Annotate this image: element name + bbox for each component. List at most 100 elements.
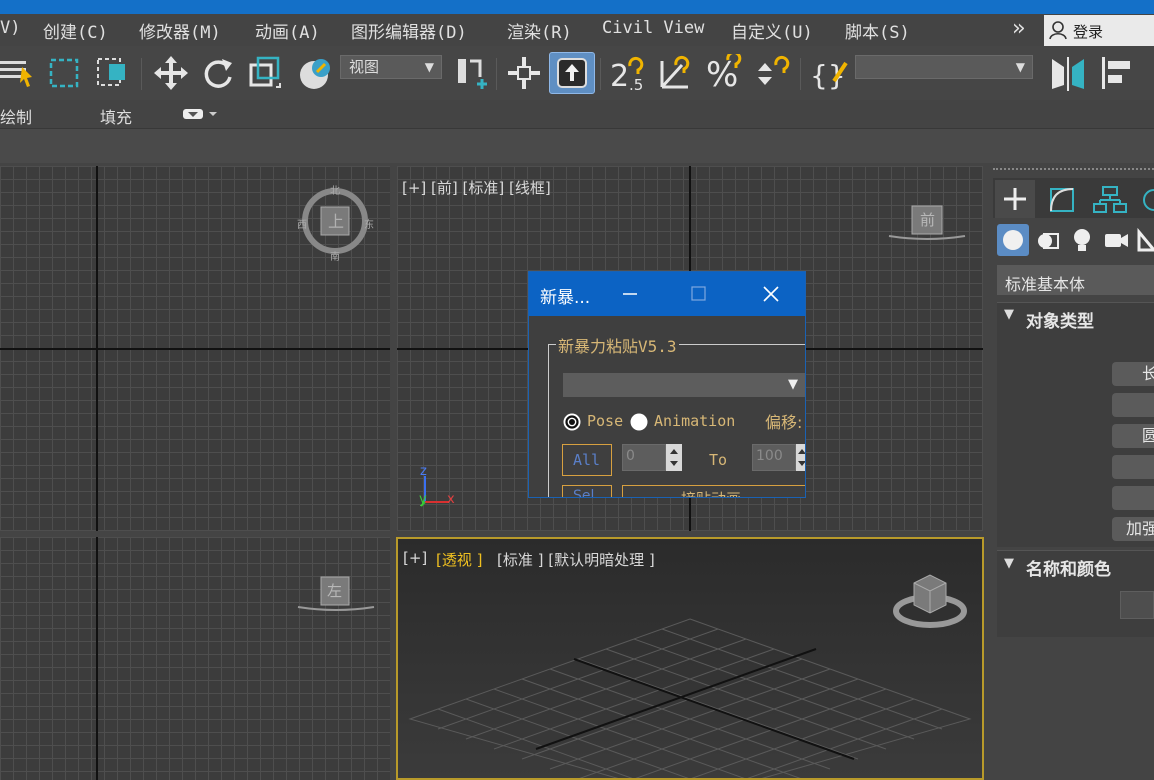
- dialog-object-dropdown[interactable]: ▼: [563, 373, 805, 397]
- paste-animation-button[interactable]: 接贴动画: [622, 485, 805, 497]
- object-button-enhanced[interactable]: 加强: [1112, 517, 1154, 541]
- all-button-label: All: [573, 451, 601, 469]
- menu-item-civil-view[interactable]: Civil View: [602, 18, 704, 38]
- close-icon[interactable]: [761, 284, 781, 304]
- ribbon-bar: [0, 100, 1154, 129]
- toolbar-separator: [800, 58, 801, 90]
- minimize-icon[interactable]: [621, 286, 639, 302]
- viewport-label[interactable]: [+] [前] [标准] [线框]: [402, 177, 551, 198]
- menu-item-customize[interactable]: 自定义(U): [731, 18, 813, 43]
- viewport-shading-label[interactable]: [标准 ] [默认明暗处理 ]: [497, 549, 655, 570]
- menu-item-modifiers[interactable]: 修改器(M): [139, 18, 221, 43]
- login-button[interactable]: 登录: [1044, 15, 1154, 46]
- primitive-category-dropdown[interactable]: 标准基本体: [997, 265, 1154, 295]
- lights-category-icon[interactable]: [1068, 226, 1096, 254]
- viewcube-front[interactable]: 前: [887, 202, 967, 242]
- mirror-icon[interactable]: [1046, 52, 1090, 94]
- modify-tab-icon[interactable]: [1042, 182, 1082, 218]
- rect-selection-icon[interactable]: [44, 52, 84, 94]
- pivot-center-icon[interactable]: [450, 52, 490, 94]
- shapes-category-icon[interactable]: [1034, 226, 1062, 254]
- menu-item-create[interactable]: 创建(C): [43, 18, 108, 43]
- object-button-box[interactable]: 长: [1112, 362, 1154, 386]
- menu-item-rendering[interactable]: 渲染(R): [507, 18, 572, 43]
- rotate-icon[interactable]: [198, 52, 238, 94]
- rollout-title-object-type[interactable]: 对象类型: [1026, 307, 1094, 332]
- spinner-snap-icon[interactable]: [752, 52, 792, 94]
- window-crossing-icon[interactable]: [92, 52, 132, 94]
- radio-pose[interactable]: [562, 412, 582, 432]
- rollout-collapse-icon[interactable]: ▼: [1004, 307, 1014, 322]
- frame-from-input[interactable]: 0: [622, 444, 666, 471]
- axis-tripod: z y x: [419, 464, 469, 510]
- frame-to-spinner[interactable]: [796, 444, 805, 471]
- select-manipulate-icon[interactable]: [504, 52, 544, 94]
- place-icon[interactable]: [292, 52, 336, 94]
- frame-to-input[interactable]: 100: [752, 444, 796, 471]
- dialog-title-bar[interactable]: 新暴...: [529, 272, 805, 316]
- hierarchy-tab-icon[interactable]: [1090, 182, 1130, 218]
- object-button-torus[interactable]: [1112, 455, 1154, 479]
- paste-animation-label: 接贴动画: [681, 488, 741, 497]
- angle-snap-icon[interactable]: [656, 52, 696, 94]
- object-button-cone[interactable]: [1112, 393, 1154, 417]
- viewport-top[interactable]: 上 北 南 东 西: [0, 166, 390, 531]
- geometry-category-icon[interactable]: [997, 224, 1029, 256]
- viewport-left[interactable]: 左: [0, 537, 390, 780]
- title-bar-strip: [0, 0, 1154, 14]
- object-name-field[interactable]: [1120, 591, 1154, 619]
- radio-animation-label[interactable]: Animation: [654, 412, 735, 430]
- align-icon[interactable]: [1096, 52, 1136, 94]
- select-button[interactable]: Sel: [562, 485, 612, 497]
- grid-axis-vertical: [96, 166, 98, 531]
- radio-pose-label[interactable]: Pose: [587, 412, 623, 430]
- scale-icon[interactable]: [244, 52, 284, 94]
- viewcube-left[interactable]: 左: [296, 575, 376, 615]
- named-selection-dropdown[interactable]: ▼: [855, 55, 1033, 79]
- menu-overflow-icon[interactable]: »: [1012, 16, 1025, 41]
- ribbon-tab-draw[interactable]: 绘制: [0, 104, 32, 128]
- rollout-collapse-icon[interactable]: ▼: [1004, 556, 1014, 571]
- viewport-perspective[interactable]: [+] [透视 ] [标准 ] [默认明暗处理 ]: [396, 537, 984, 780]
- helpers-category-icon[interactable]: [1136, 226, 1154, 254]
- chevron-down-icon: ▼: [424, 60, 434, 74]
- menu-item-graph-editors[interactable]: 图形编辑器(D): [351, 18, 467, 43]
- panel-grip: [993, 168, 1154, 174]
- object-button-cylinder[interactable]: 圆: [1112, 424, 1154, 448]
- frame-from-spinner[interactable]: [666, 444, 682, 471]
- keyboard-shortcut-override-icon[interactable]: [549, 52, 595, 94]
- motion-tab-icon[interactable]: [1138, 182, 1154, 218]
- cameras-category-icon[interactable]: [1102, 226, 1130, 254]
- snaps-toggle-icon[interactable]: 2.5: [606, 52, 650, 94]
- ribbon-options-icon[interactable]: [183, 107, 221, 123]
- percent-snap-icon[interactable]: %: [702, 52, 746, 94]
- compass-east: 东: [364, 220, 374, 231]
- menu-item-view[interactable]: V): [0, 18, 20, 38]
- toolbar-separator: [141, 58, 142, 90]
- viewport-plus-menu[interactable]: [+]: [403, 549, 427, 567]
- maximize-icon[interactable]: [690, 286, 708, 302]
- object-button-tube[interactable]: [1112, 486, 1154, 510]
- viewcube-face-label: 上: [328, 212, 345, 231]
- grid-axis-vertical: [96, 537, 98, 780]
- select-object-icon[interactable]: [0, 52, 38, 94]
- move-icon[interactable]: [150, 52, 192, 94]
- menu-item-scripting[interactable]: 脚本(S): [845, 18, 910, 43]
- svg-text:2: 2: [610, 59, 629, 92]
- create-tab-icon[interactable]: [995, 180, 1035, 218]
- viewcube-top[interactable]: 上 北 南 东 西: [297, 186, 374, 263]
- viewport-pov-label[interactable]: [透视 ]: [436, 549, 482, 570]
- viewcube-face-label: 前: [920, 211, 936, 229]
- reference-coordinate-dropdown[interactable]: 视图 ▼: [340, 55, 442, 79]
- login-label: 登录: [1073, 23, 1104, 41]
- all-button[interactable]: All: [562, 444, 612, 476]
- viewcube-perspective[interactable]: [892, 569, 968, 633]
- axis-y-label: y: [419, 492, 427, 507]
- ribbon-panel: [0, 129, 1154, 163]
- rollout-title-name-color[interactable]: 名称和颜色: [1026, 555, 1111, 580]
- ribbon-tab-fill[interactable]: 填充: [100, 104, 132, 128]
- edit-named-selection-icon[interactable]: {}: [806, 52, 850, 94]
- menu-item-animation[interactable]: 动画(A): [255, 18, 320, 43]
- radio-animation[interactable]: [629, 412, 649, 432]
- dialog-group-label: 新暴力粘贴V5.3: [556, 333, 679, 357]
